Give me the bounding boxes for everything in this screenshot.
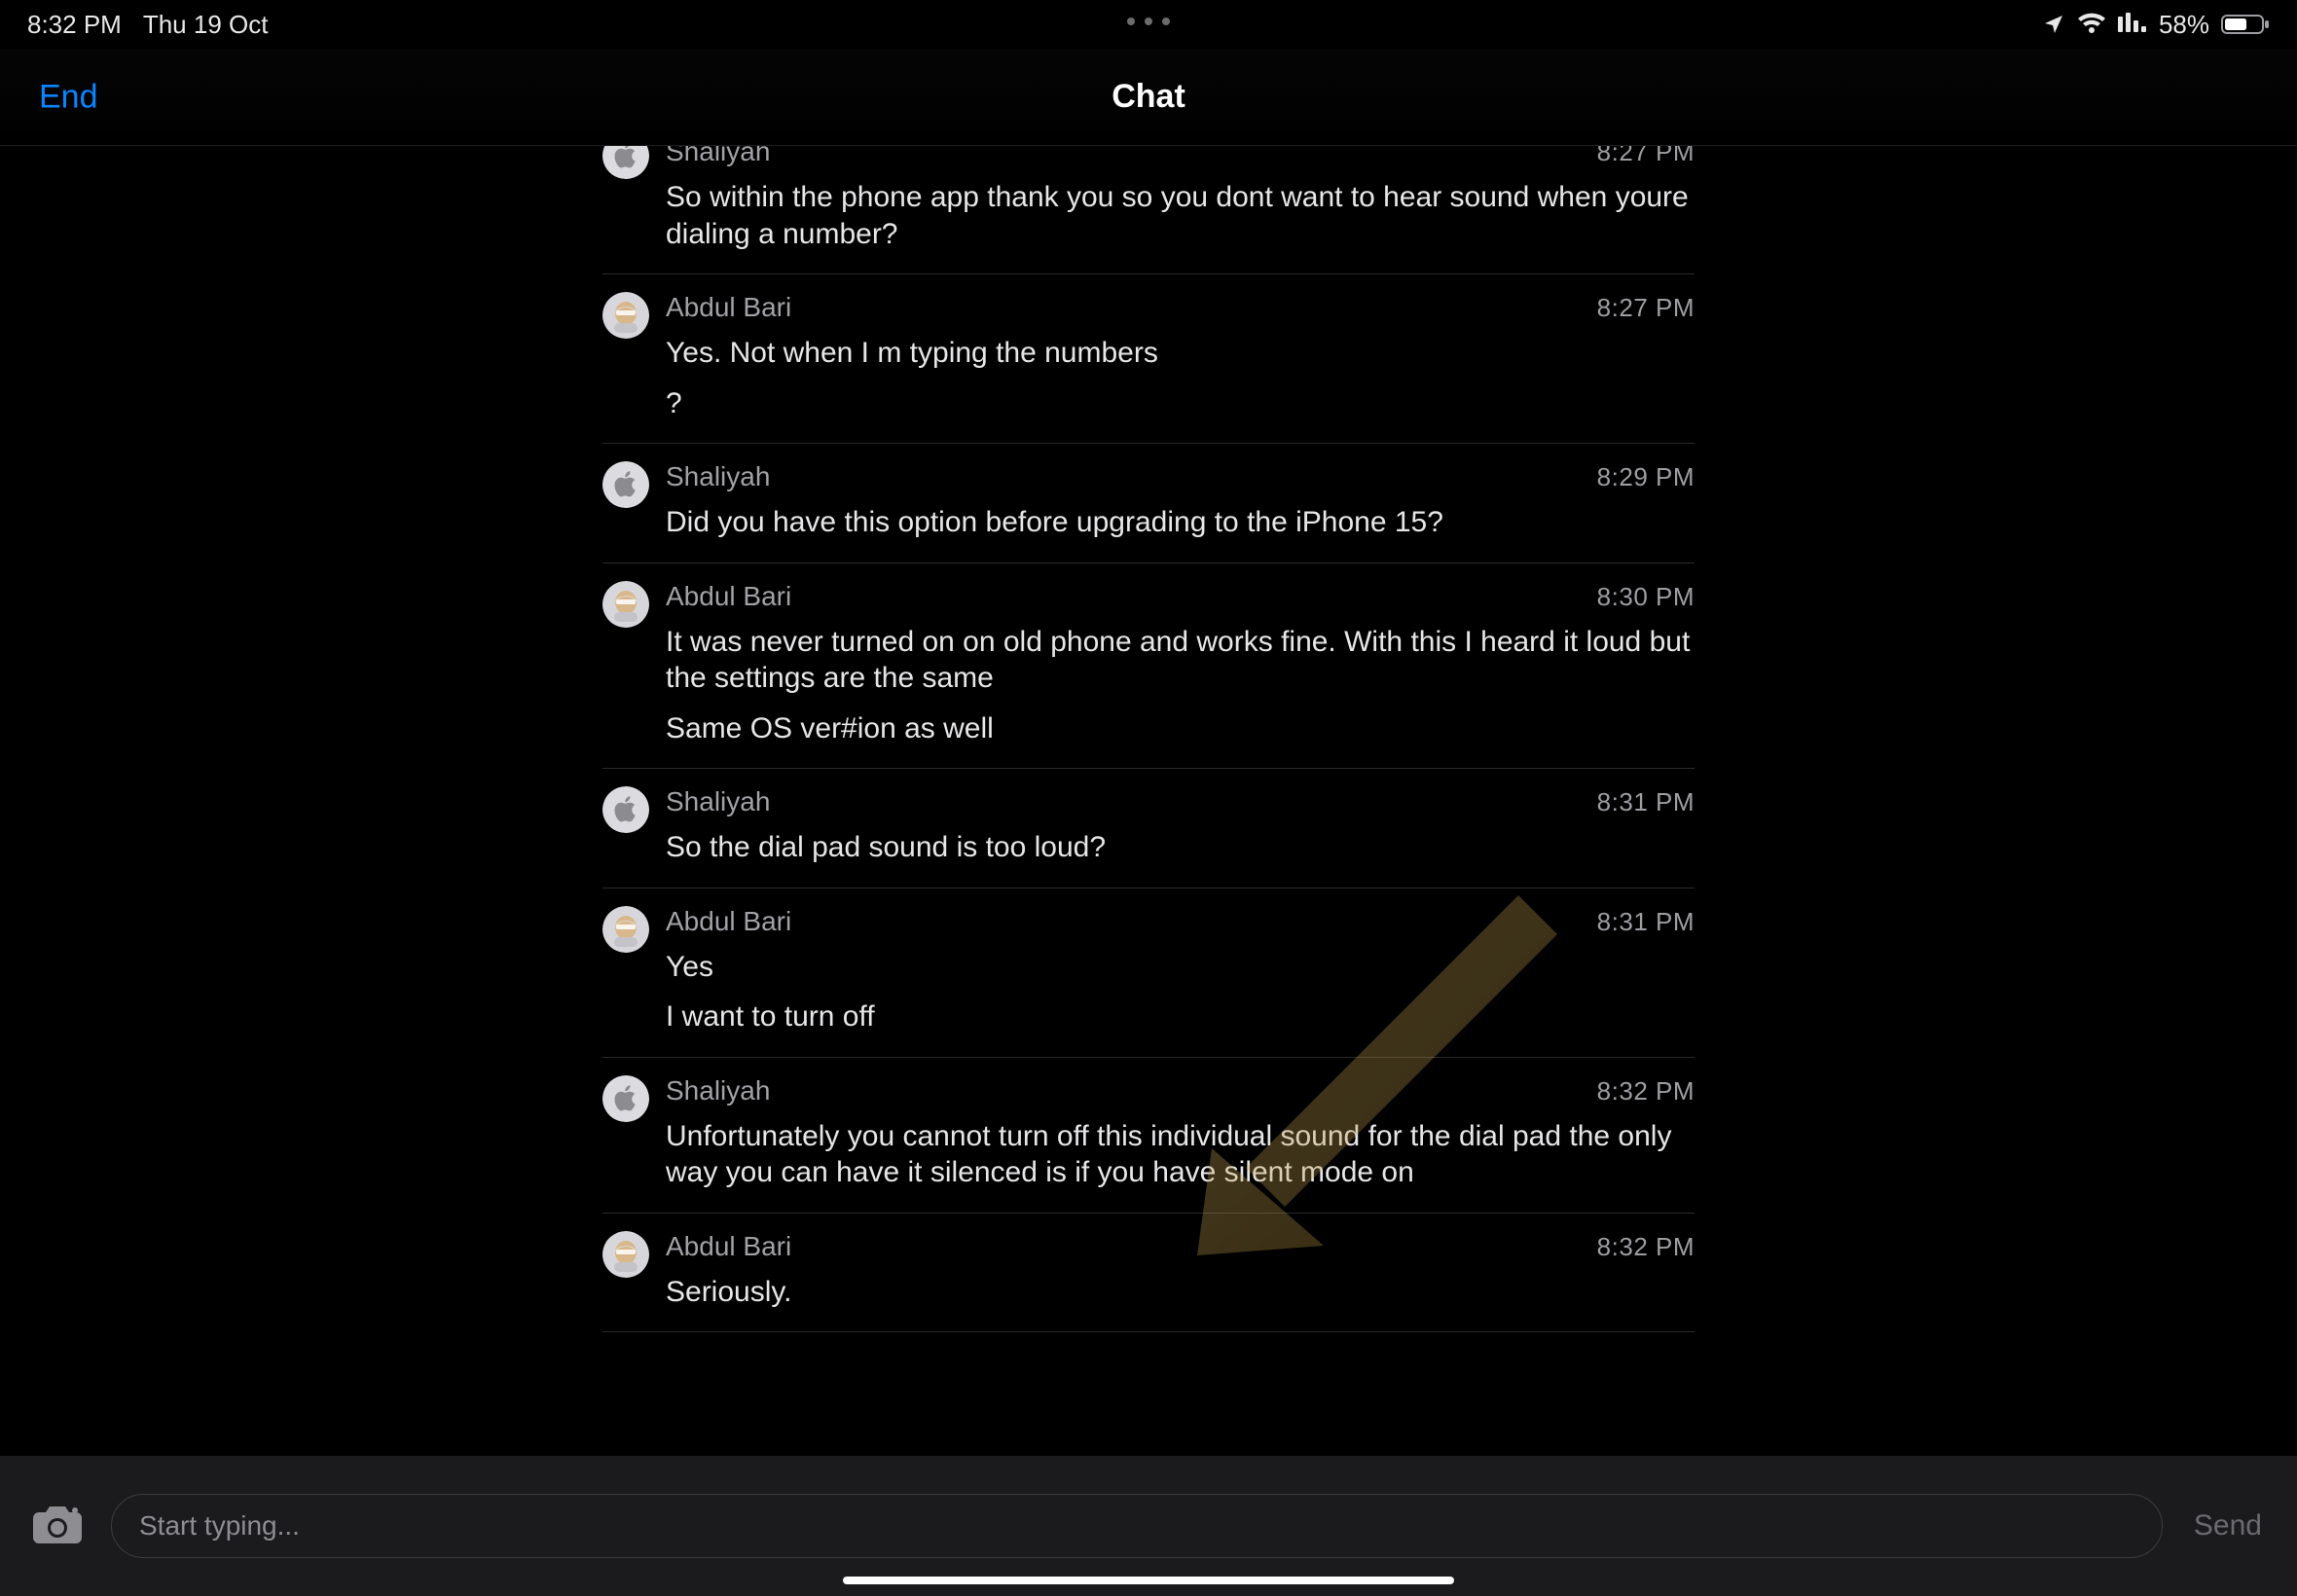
- message-line: Same OS ver#ion as well: [666, 710, 1695, 747]
- avatar-memoji-icon: [602, 1231, 649, 1278]
- message-timestamp: 8:31 PM: [1597, 787, 1695, 817]
- message-body: Yes. Not when I m typing the numbers?: [666, 335, 1695, 421]
- message-line: It was never turned on on old phone and …: [666, 624, 1695, 697]
- status-bar: 8:32 PM Thu 19 Oct 58%: [0, 0, 2297, 49]
- message-author: Shaliyah: [666, 146, 770, 167]
- camera-icon: [29, 1501, 86, 1552]
- status-right: 58%: [2042, 10, 2270, 40]
- avatar-memoji-icon: [602, 292, 649, 339]
- message-row: Abdul Bari 8:31 PM Yes I want to turn off: [602, 889, 1695, 1058]
- message-row: Abdul Bari 8:27 PM Yes. Not when I m typin…: [602, 274, 1695, 444]
- avatar-apple-icon: [602, 1075, 649, 1122]
- message-row: Shaliyah 8:31 PM So the dial pad sound is …: [602, 769, 1695, 889]
- message-row: Abdul Bari 8:30 PM It was never turned on …: [602, 563, 1695, 770]
- conversation-scroll[interactable]: Shaliyah 8:27 PM So within the phone app t…: [0, 146, 2297, 1456]
- message-body: So the dial pad sound is too loud?: [666, 829, 1695, 866]
- message-body: It was never turned on on old phone and …: [666, 624, 1695, 747]
- message-line: So the dial pad sound is too loud?: [666, 829, 1695, 866]
- avatar-apple-icon: [602, 146, 649, 179]
- home-indicator[interactable]: [843, 1577, 1454, 1584]
- message-row: Shaliyah 8:32 PM Unfortunately you cannot …: [602, 1058, 1695, 1214]
- status-date: Thu 19 Oct: [143, 10, 269, 40]
- message-input[interactable]: [111, 1494, 2163, 1558]
- message-body: Unfortunately you cannot turn off this i…: [666, 1118, 1695, 1191]
- message-line: Unfortunately you cannot turn off this i…: [666, 1118, 1695, 1191]
- message-body: Seriously.: [666, 1274, 1695, 1311]
- message-row: Abdul Bari 8:32 PM Seriously.: [602, 1214, 1695, 1333]
- message-timestamp: 8:32 PM: [1597, 1076, 1695, 1106]
- message-author: Abdul Bari: [666, 292, 791, 323]
- message-timestamp: 8:31 PM: [1597, 907, 1695, 937]
- message-thread: Shaliyah 8:27 PM So within the phone app t…: [602, 146, 1695, 1332]
- message-line: So within the phone app thank you so you…: [666, 179, 1695, 252]
- message-author: Abdul Bari: [666, 1231, 791, 1262]
- camera-button[interactable]: [29, 1498, 86, 1554]
- message-timestamp: 8:32 PM: [1597, 1232, 1695, 1262]
- message-timestamp: 8:30 PM: [1597, 582, 1695, 612]
- nav-bar: End Chat: [0, 49, 2297, 146]
- message-timestamp: 8:29 PM: [1597, 462, 1695, 492]
- status-left: 8:32 PM Thu 19 Oct: [27, 10, 268, 40]
- avatar-memoji-icon: [602, 581, 649, 628]
- message-line: Yes: [666, 949, 1695, 986]
- avatar-apple-icon: [602, 461, 649, 508]
- message-line: Did you have this option before upgradin…: [666, 504, 1695, 541]
- end-button[interactable]: End: [39, 78, 98, 116]
- battery-percent: 58%: [2159, 10, 2209, 40]
- multitask-grabber[interactable]: [1127, 18, 1170, 25]
- page-title: Chat: [1112, 78, 1185, 116]
- message-author: Shaliyah: [666, 1075, 770, 1106]
- input-bar: Send: [0, 1456, 2297, 1596]
- control-center-icon: [2118, 13, 2147, 36]
- message-author: Abdul Bari: [666, 581, 791, 612]
- message-line: Seriously.: [666, 1274, 1695, 1311]
- send-button[interactable]: Send: [2188, 1509, 2268, 1542]
- message-timestamp: 8:27 PM: [1597, 293, 1695, 323]
- wifi-icon: [2077, 13, 2106, 36]
- message-body: Did you have this option before upgradin…: [666, 504, 1695, 541]
- message-line: I want to turn off: [666, 998, 1695, 1035]
- avatar-memoji-icon: [602, 906, 649, 953]
- message-timestamp: 8:27 PM: [1597, 146, 1695, 167]
- message-body: So within the phone app thank you so you…: [666, 179, 1695, 252]
- message-author: Shaliyah: [666, 461, 770, 492]
- message-author: Abdul Bari: [666, 906, 791, 937]
- status-time: 8:32 PM: [27, 10, 122, 40]
- message-line: ?: [666, 385, 1695, 422]
- battery-icon: [2221, 13, 2270, 36]
- message-body: Yes I want to turn off: [666, 949, 1695, 1035]
- message-line: Yes. Not when I m typing the numbers: [666, 335, 1695, 372]
- location-icon: [2042, 13, 2065, 36]
- message-row: Shaliyah 8:29 PM Did you have this option …: [602, 444, 1695, 563]
- message-row: Shaliyah 8:27 PM So within the phone app t…: [602, 146, 1695, 274]
- avatar-apple-icon: [602, 786, 649, 833]
- message-author: Shaliyah: [666, 786, 770, 817]
